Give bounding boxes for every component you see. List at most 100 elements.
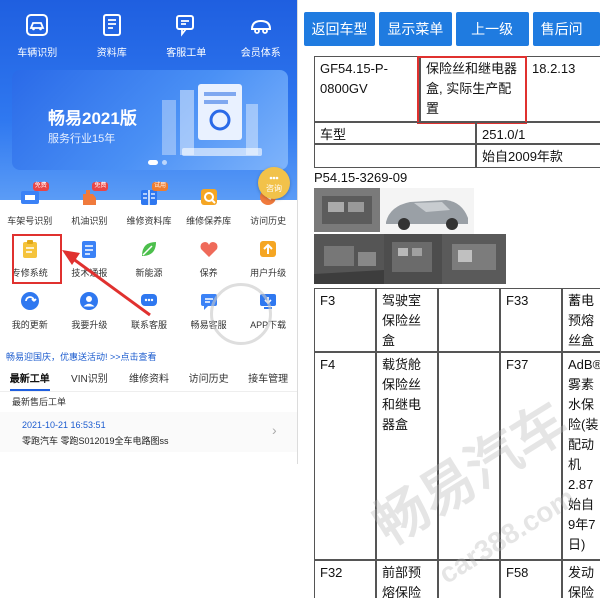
order-description: 零跑汽车 零跑S012019全车电路图ss [22,436,169,446]
top-nav-label: 资料库 [96,48,127,59]
figure-photo [380,188,474,234]
feature-label: 保养 [199,268,218,278]
tab-repair-docs[interactable]: 维修资料 [119,368,179,391]
banner-subtitle: 服务行业15年 [48,133,116,145]
feature-label: 机油识别 [71,216,108,226]
figure-id: P54.15-3269-09 [314,170,408,185]
fuse-desc-cell: 蓄电预熔丝盒 [562,288,600,352]
figure-photo [314,188,380,232]
fuse-desc-cell: AdB® 雾素水保险(装配动机2.87始自9年7日) [562,352,600,560]
empty-cell [438,560,500,598]
upgrade-icon [257,238,279,260]
work-order-tabs: 最新工单 VIN识别 维修资料 访问历史 接车管理 [0,368,297,392]
figure-photo [314,234,384,284]
feature-row: 免费 车架号识别 免费 机油识别 试用 维修资料库 维修保养库 访问历史 [0,182,297,234]
feature-label: 维修资料库 [126,216,172,226]
user-icon [78,290,100,312]
tab-reception[interactable]: 接车管理 [238,368,297,391]
fuse-id-cell: F3 [314,288,376,352]
empty-cell [438,352,500,560]
feature-maintenance[interactable]: 保养 [180,234,238,286]
free-tag: 免费 [32,182,49,191]
highlight-box [417,56,527,124]
feature-label: 我要升级 [71,320,108,330]
feature-upgrade-request[interactable]: 我要升级 [60,286,118,338]
order-time: 2021-10-21 16:53:51 [22,420,106,430]
tab-vin-id[interactable]: VIN识别 [60,368,120,391]
feature-label: 技术通报 [71,268,108,278]
feature-user-upgrade[interactable]: 用户升级 [239,234,297,286]
document-viewer: 返回车型 显示菜单 上一级 售后问 GF54.15-P-0800GV 保险丝和继… [300,0,600,598]
model-label-cell: 车型 [314,122,476,144]
consult-label: 咨询 [266,183,282,193]
watermark-circle [210,283,272,345]
banner-pagination [148,160,167,165]
chat-icon [173,12,199,38]
top-nav-label: 客服工单 [166,48,207,59]
top-nav-library[interactable]: 资料库 [80,12,144,64]
promo-banner[interactable]: 畅易2021版 服务行业15年 [12,70,288,170]
mobile-app-panel: 车辆识别 资料库 客服工单 会员体系 畅易2021版 服务行业15年 免费 车架… [0,0,298,464]
report-icon [78,238,100,260]
feature-contact-service[interactable]: 联系客服 [120,286,178,338]
recent-orders-title: 最新售后工单 [12,397,67,407]
recent-order-item[interactable]: 2021-10-21 16:53:51 零跑汽车 零跑S012019全车电路图s… [0,412,297,452]
app-header: 车辆识别 资料库 客服工单 会员体系 畅易2021版 服务行业15年 [0,0,297,200]
banner-title: 畅易2021版 [48,109,137,128]
feature-label: 新能源 [135,268,163,278]
fuse-desc-cell: 前部预熔保险丝 [376,560,438,598]
fuse-id-cell: F4 [314,352,376,560]
tab-latest-orders[interactable]: 最新工单 [0,368,60,391]
maintenance-icon [198,186,220,208]
since-cell: 始自2009年款 [476,144,600,168]
top-nav-label: 车辆识别 [17,48,58,59]
empty-cell [438,288,500,352]
feature-maintenance-library[interactable]: 维修保养库 [180,182,238,234]
consult-button[interactable]: 咨询 [258,167,290,199]
top-nav-vehicle-id[interactable]: 车辆识别 [5,12,69,64]
tab-visit-history[interactable]: 访问历史 [179,368,239,391]
feature-repair-library[interactable]: 试用 维修资料库 [120,182,178,234]
fuse-id-cell: F58 [500,560,562,598]
up-level-button[interactable]: 上一级 [455,12,529,46]
figure-photo [442,234,506,284]
part-number-cell: GF54.15-P-0800GV [314,56,420,122]
screen: 车辆识别 资料库 客服工单 会员体系 畅易2021版 服务行业15年 免费 车架… [0,0,600,598]
top-nav: 车辆识别 资料库 客服工单 会员体系 [0,12,297,64]
oil-icon: 免费 [78,182,109,208]
service-icon [138,290,160,312]
fuse-id-cell: F32 [314,560,376,598]
chat-bubble-icon [269,176,279,179]
feature-label: 访问历史 [250,216,287,226]
heart-icon [198,238,220,260]
feature-label: 维修保养库 [186,216,232,226]
doc-toolbar: 返回车型 显示菜单 上一级 售后问 [300,0,600,52]
feature-tech-bulletin[interactable]: 技术通报 [60,234,118,286]
top-nav-ticket[interactable]: 客服工单 [154,12,218,64]
feature-label: 车架号识别 [7,216,53,226]
model-value-cell: 251.0/1 [476,122,600,144]
fuse-desc-cell: 载货舱保险丝和继电器盒 [376,352,438,560]
after-sales-button[interactable]: 售后问 [532,12,600,46]
back-to-model-button[interactable]: 返回车型 [304,12,375,46]
car-scan-icon [24,12,50,38]
feature-label: 我的更新 [11,320,48,330]
trial-tag: 试用 [151,182,168,191]
highlight-box [12,234,62,284]
empty-cell [314,144,476,168]
vin-scan-icon: 免费 [19,182,49,208]
figure-photo [384,234,442,284]
date-cell: 18.2.13 [526,56,600,122]
show-menu-button[interactable]: 显示菜单 [378,12,452,46]
top-nav-member[interactable]: 会员体系 [229,12,293,64]
fuse-desc-cell: 发动保险 [562,560,600,598]
feature-vin-scan[interactable]: 免费 车架号识别 [1,182,59,234]
fuse-desc-cell: 驾驶室保险丝盒 [376,288,438,352]
feature-new-energy[interactable]: 新能源 [120,234,178,286]
feature-oil-id[interactable]: 免费 机油识别 [60,182,118,234]
fuse-id-cell: F37 [500,352,562,560]
feature-my-updates[interactable]: 我的更新 [1,286,59,338]
promo-link[interactable]: 畅易迎国庆，优惠送活动! >>点击查看 [0,348,297,366]
free-tag: 免费 [92,182,109,191]
leaf-icon [138,238,160,260]
